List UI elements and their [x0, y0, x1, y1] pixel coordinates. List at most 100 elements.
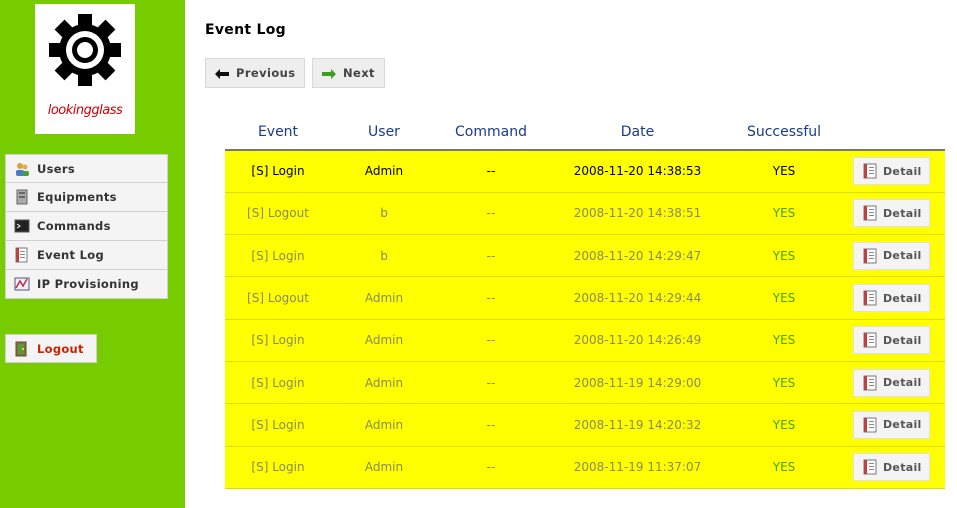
table-row: [S] Login Admin -- 2008-11-19 11:37:07 Y… — [225, 446, 945, 489]
app-logo[interactable]: lookingglass — [35, 4, 135, 134]
cell-date: 2008-11-19 14:20:32 — [545, 403, 730, 447]
cell-user: Admin — [331, 403, 437, 447]
detail-button[interactable]: Detail — [853, 241, 930, 270]
detail-button[interactable]: Detail — [853, 326, 930, 355]
cell-actions: Detail — [838, 150, 945, 193]
detail-button[interactable]: Detail — [853, 284, 930, 313]
event-log-body: [S] Login Admin -- 2008-11-20 14:38:53 Y… — [225, 150, 945, 489]
cell-command: -- — [437, 403, 545, 447]
table-row: [S] Login Admin -- 2008-11-19 14:29:00 Y… — [225, 361, 945, 405]
cell-event: [S] Login — [225, 150, 331, 193]
cell-successful: YES — [730, 276, 838, 320]
table-row: [S] Logout Admin -- 2008-11-20 14:29:44 … — [225, 276, 945, 320]
cell-actions: Detail — [838, 361, 945, 405]
previous-button[interactable]: Previous — [205, 58, 305, 88]
table-row: [S] Login b -- 2008-11-20 14:29:47 YES D… — [225, 234, 945, 278]
sidebar-item-event-log[interactable]: Event Log — [5, 241, 168, 270]
table-row: [S] Login Admin -- 2008-11-20 14:26:49 Y… — [225, 319, 945, 362]
sidebar-item-label: Commands — [37, 219, 111, 233]
table-row: [S] Login Admin -- 2008-11-20 14:38:53 Y… — [225, 150, 945, 193]
cell-user: b — [331, 234, 437, 278]
column-header-successful[interactable]: Successful — [730, 114, 838, 151]
detail-label: Detail — [883, 206, 922, 220]
detail-label: Detail — [883, 418, 922, 432]
cell-successful: YES — [730, 361, 838, 405]
sidebar-item-label: IP Provisioning — [37, 277, 139, 291]
sidebar-item-ip-provisioning[interactable]: IP Provisioning — [5, 270, 168, 299]
column-header-user[interactable]: User — [331, 114, 437, 151]
cell-date: 2008-11-19 14:29:00 — [545, 361, 730, 405]
cell-actions: Detail — [838, 319, 945, 362]
column-header-event[interactable]: Event — [225, 114, 331, 151]
cell-user: Admin — [331, 319, 437, 362]
document-icon — [863, 290, 877, 306]
detail-label: Detail — [883, 333, 922, 347]
cell-command: -- — [437, 446, 545, 489]
cell-successful: YES — [730, 446, 838, 489]
sidebar-menu: Users Equipments Commands Event Log IP P… — [5, 154, 168, 299]
cell-date: 2008-11-20 14:29:44 — [545, 276, 730, 320]
document-icon — [863, 332, 877, 348]
cell-date: 2008-11-20 14:38:51 — [545, 192, 730, 236]
cell-event: [S] Login — [225, 403, 331, 447]
next-button[interactable]: Next — [312, 58, 385, 88]
document-icon — [863, 375, 877, 391]
sidebar-item-label: Equipments — [37, 190, 117, 204]
sidebar-item-label: Event Log — [37, 248, 104, 262]
column-header-command[interactable]: Command — [437, 114, 545, 151]
table-row: [S] Login Admin -- 2008-11-19 14:20:32 Y… — [225, 403, 945, 447]
cell-command: -- — [437, 319, 545, 362]
page-title: Event Log — [205, 22, 286, 38]
cell-event: [S] Login — [225, 319, 331, 362]
detail-button[interactable]: Detail — [853, 199, 930, 228]
detail-label: Detail — [883, 164, 922, 178]
cell-successful: YES — [730, 192, 838, 236]
cell-event: [S] Logout — [225, 192, 331, 236]
cell-actions: Detail — [838, 276, 945, 320]
table-header-row: Event User Command Date Successful — [225, 114, 945, 151]
cell-user: Admin — [331, 276, 437, 320]
cell-command: -- — [437, 192, 545, 236]
cell-event: [S] Login — [225, 361, 331, 405]
previous-label: Previous — [236, 66, 296, 80]
sidebar-item-equipments[interactable]: Equipments — [5, 183, 168, 212]
logout-label: Logout — [37, 341, 84, 356]
log-icon — [14, 247, 30, 263]
column-header-actions — [838, 114, 945, 151]
cell-actions: Detail — [838, 446, 945, 489]
cell-user: Admin — [331, 361, 437, 405]
table-row: [S] Logout b -- 2008-11-20 14:38:51 YES … — [225, 192, 945, 236]
detail-button[interactable]: Detail — [853, 157, 930, 186]
cell-event: [S] Login — [225, 446, 331, 489]
cell-event: [S] Logout — [225, 276, 331, 320]
detail-label: Detail — [883, 376, 922, 390]
sidebar: lookingglass Users Equipments Commands E… — [0, 0, 185, 508]
terminal-icon — [14, 218, 30, 234]
cell-command: -- — [437, 234, 545, 278]
logo-text: lookingglass — [47, 103, 123, 118]
sidebar-item-label: Users — [37, 161, 75, 176]
logout-button[interactable]: Logout — [5, 334, 97, 363]
cell-successful: YES — [730, 150, 838, 193]
gear-icon — [49, 14, 121, 86]
logout-icon — [14, 341, 30, 357]
cell-command: -- — [437, 276, 545, 320]
event-log-table: Event User Command Date Successful [S] L… — [225, 114, 945, 489]
arrow-right-icon — [322, 68, 336, 79]
detail-button[interactable]: Detail — [853, 368, 930, 397]
cell-user: Admin — [331, 150, 437, 193]
column-header-date[interactable]: Date — [545, 114, 730, 151]
arrow-left-icon — [215, 68, 229, 79]
cell-successful: YES — [730, 234, 838, 278]
detail-button[interactable]: Detail — [853, 453, 930, 482]
document-icon — [863, 205, 877, 221]
cell-user: Admin — [331, 446, 437, 489]
cell-successful: YES — [730, 319, 838, 362]
cell-date: 2008-11-19 11:37:07 — [545, 446, 730, 489]
next-label: Next — [343, 66, 375, 80]
detail-label: Detail — [883, 249, 922, 263]
cell-date: 2008-11-20 14:38:53 — [545, 150, 730, 193]
sidebar-item-commands[interactable]: Commands — [5, 212, 168, 241]
detail-button[interactable]: Detail — [853, 410, 930, 439]
sidebar-item-users[interactable]: Users — [5, 154, 168, 183]
